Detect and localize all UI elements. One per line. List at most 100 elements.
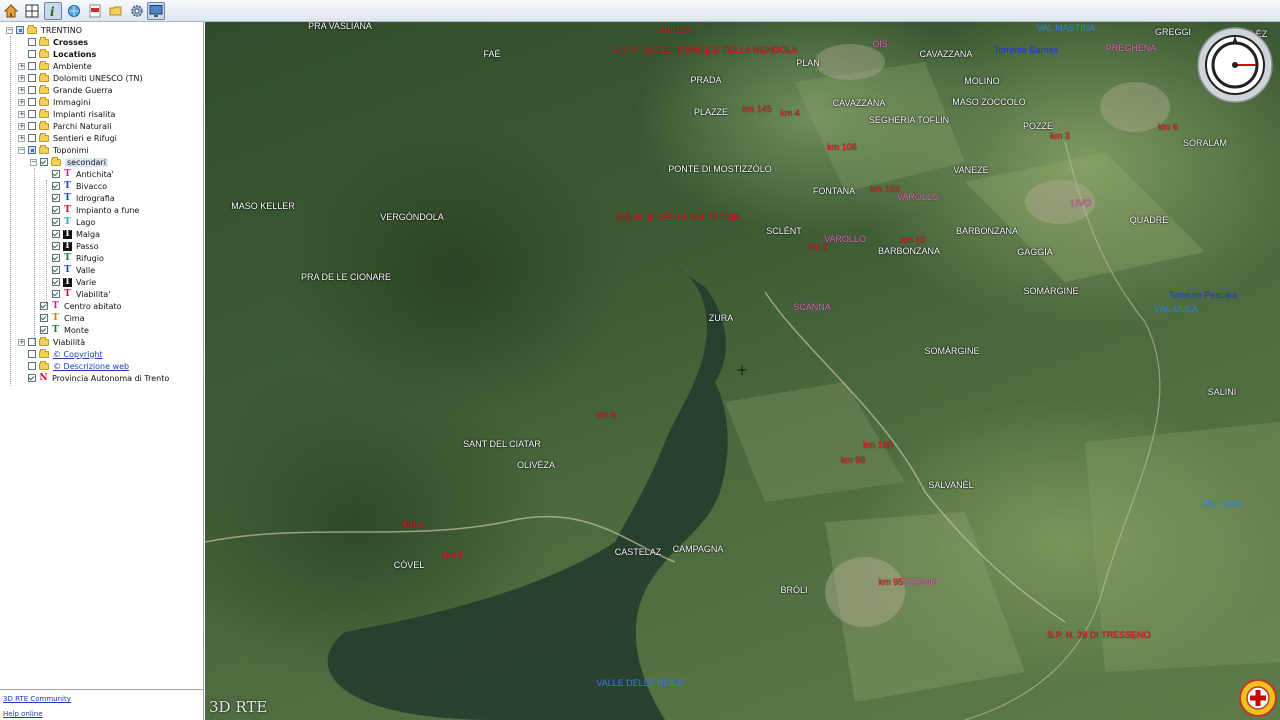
map-label[interactable]: MOLINO [964,76,1000,86]
tree-item[interactable]: + Viabilità [18,336,85,348]
layer-checkbox[interactable] [52,266,60,274]
tree-item[interactable]: + Immagini [18,96,90,108]
tree-item[interactable]: + Parchi Naturali [18,120,111,132]
expand-icon[interactable]: + [18,62,25,70]
map-label[interactable]: km 2 [808,242,828,252]
tree-item[interactable]: T Bivacco [42,180,107,192]
map-label[interactable]: CÓVEL [394,560,425,570]
folder-open-button[interactable] [107,2,125,20]
expand-icon[interactable]: + [18,110,25,118]
map-label[interactable]: PRA DE LE CIONARE [301,272,391,282]
layer-checkbox[interactable] [16,26,24,34]
map-label[interactable]: GREGGI [1155,27,1191,37]
tree-item[interactable]: + Dolomiti UNESCO (TN) [18,72,143,84]
map-label[interactable]: PREGHENA [1106,43,1157,53]
layer-checkbox[interactable] [52,254,60,262]
map-label[interactable]: PONTE DI MOSTIZZÒLO [668,164,772,174]
layer-checkbox[interactable] [28,38,36,46]
tree-item[interactable]: T Lago [42,216,95,228]
expand-icon[interactable]: + [18,74,25,82]
tree-item[interactable]: T Malga [42,228,100,240]
tree-item[interactable]: © Descrizione web [18,360,129,372]
map-label[interactable]: km 150 [660,25,690,35]
expand-icon[interactable]: + [18,134,25,142]
map-label[interactable]: MASO KELLER [231,201,295,211]
map-label[interactable]: BRÓLI [780,585,807,595]
tree-item[interactable]: Locations [18,48,96,60]
settings-gear-button[interactable] [128,2,146,20]
tree-item[interactable]: T Antichita' [42,168,114,180]
map-label[interactable]: SCANNA [793,302,831,312]
tree-item[interactable]: T Viabilita' [42,288,110,300]
map-label[interactable]: Torrente Barnes [994,45,1058,55]
layer-checkbox[interactable] [28,74,36,82]
map-label[interactable]: CAVAZZANA [920,49,973,59]
layer-checkbox[interactable] [28,50,36,58]
map-label[interactable]: GAGGIA [1017,247,1053,257]
map-label[interactable]: km 4 [780,108,800,118]
map-label[interactable]: SCLÉNT [766,226,802,236]
tree-item[interactable]: T Valle [42,264,95,276]
tree-item[interactable]: T Impianto a fune [42,204,139,216]
tree-item[interactable]: T Cima [30,312,85,324]
tree-item[interactable]: T Idrografia [42,192,115,204]
tree-item[interactable]: © Copyright [18,348,103,360]
map-label[interactable]: km 103 [870,184,900,194]
tree-item[interactable]: T Centro abitato [30,300,122,312]
map-label[interactable]: km 5 [596,410,616,420]
map-label[interactable]: PLAN [796,58,820,68]
map-label[interactable]: VALLE DELLE PIOLE [596,678,683,688]
tree-item[interactable]: − TRENTINO [6,24,82,36]
help-online-link[interactable]: Help online [3,710,43,718]
tree-item[interactable]: + Impianti risalita [18,108,115,120]
compass-icon[interactable] [1196,26,1274,104]
map-label[interactable]: SORALAM [1183,138,1227,148]
map-label[interactable]: MASO ZOCCOLO [952,97,1026,107]
grid-button[interactable] [23,2,41,20]
layer-checkbox[interactable] [40,158,48,166]
pdf-button[interactable] [86,2,104,20]
layer-checkbox[interactable] [52,206,60,214]
collapse-icon[interactable]: − [30,158,37,166]
collapse-icon[interactable]: − [18,146,25,154]
layer-checkbox[interactable] [52,170,60,178]
layer-checkbox[interactable] [28,350,36,358]
layer-checkbox[interactable] [28,122,36,130]
map-label[interactable]: VAROLLO [897,192,939,202]
layer-checkbox[interactable] [28,362,36,370]
map-label[interactable]: VAL CIAIA [1201,499,1243,509]
tree-item[interactable]: − Toponimi [18,144,89,156]
map-label[interactable]: SOMÀRGINE [924,346,979,356]
layer-checkbox[interactable] [28,110,36,118]
tree-item[interactable]: − secondari [30,156,108,168]
info-button[interactable]: i [44,2,62,20]
map-label[interactable]: SALVANÈL [928,480,973,490]
map-label[interactable]: CASTELAZ [615,547,662,557]
map-label[interactable]: SALINI [1208,387,1237,397]
map-label[interactable]: km 10 [901,235,926,245]
map-label[interactable]: VAL MASTINA [1037,23,1096,33]
tree-item[interactable]: T Rifugio [42,252,104,264]
tree-item[interactable]: Crosses [18,36,88,48]
map-label[interactable]: km 100 [863,440,893,450]
expand-icon[interactable]: + [18,86,25,94]
layer-checkbox[interactable] [40,314,48,322]
layer-checkbox[interactable] [28,98,36,106]
map-label[interactable]: CAMPAGNA [673,544,724,554]
layer-checkbox[interactable] [28,134,36,142]
monitor-button[interactable] [147,2,165,20]
tree-item[interactable]: T Monte [30,324,89,336]
tree-item[interactable]: + Grande Guerra [18,84,113,96]
map-label[interactable]: ZURA [709,313,734,323]
map-label[interactable]: VERGÓNDOLA [380,212,444,222]
map-label[interactable]: km 2 [403,519,423,529]
map-label[interactable]: OIS [872,39,888,49]
map-label[interactable]: S.S. N. 42 DEL TONALE E DELLA MENDOLA [613,45,798,55]
layer-checkbox[interactable] [52,278,60,286]
map-label[interactable]: VANEZE [953,165,988,175]
map-label[interactable]: BARBONZANA [878,246,940,256]
layer-checkbox[interactable] [52,230,60,238]
map-label[interactable]: SOMÀRGINE [1023,286,1078,296]
map-label[interactable]: km 1 [443,550,463,560]
tree-item[interactable]: + Ambiente [18,60,92,72]
